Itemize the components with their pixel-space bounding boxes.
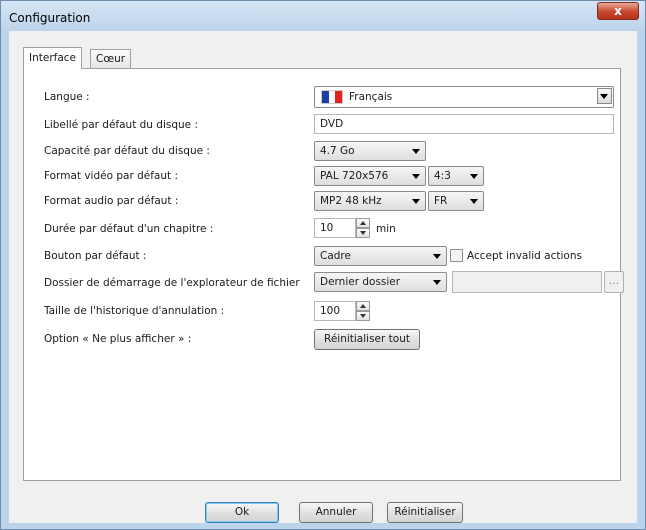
aspect-ratio-value: 4:3 (434, 170, 451, 182)
configuration-window: Configuration x Interface Cœur Langue : … (0, 0, 646, 530)
chevron-down-icon (412, 149, 420, 154)
audio-format-label: Format audio par défaut : (44, 195, 179, 207)
language-dropdown-button[interactable] (597, 88, 612, 104)
tab-interface-label: Interface (29, 52, 77, 64)
accept-invalid-actions-label: Accept invalid actions (467, 250, 582, 262)
audio-format-select[interactable]: MP2 48 kHz (314, 191, 426, 211)
spin-up-icon[interactable] (356, 218, 370, 228)
tab-coeur-label: Cœur (96, 53, 126, 65)
chevron-down-icon (470, 174, 478, 179)
browse-folder-button[interactable]: ... (604, 271, 624, 293)
ok-button[interactable]: Ok (205, 502, 279, 523)
chevron-down-icon (470, 199, 478, 204)
language-value: Français (349, 91, 393, 103)
chevron-down-icon (412, 199, 420, 204)
start-folder-value: Dernier dossier (320, 276, 401, 288)
default-button-select[interactable]: Cadre (314, 246, 447, 266)
title-bar[interactable]: Configuration x (1, 1, 645, 31)
start-folder-label: Dossier de démarrage de l'explorateur de… (44, 277, 300, 289)
chevron-down-icon (433, 280, 441, 285)
chapter-duration-label: Durée par défaut d'un chapitre : (44, 223, 214, 235)
undo-history-input[interactable]: 100 (314, 301, 356, 321)
window-title: Configuration (9, 11, 91, 25)
start-folder-path (452, 271, 602, 293)
tab-interface[interactable]: Interface (23, 47, 83, 69)
language-label: Langue : (44, 91, 90, 103)
france-flag-icon (321, 90, 343, 104)
undo-history-spinner[interactable] (356, 301, 370, 321)
audio-language-value: FR (434, 195, 448, 207)
chevron-down-icon (412, 174, 420, 179)
audio-language-select[interactable]: FR (428, 191, 484, 211)
aspect-ratio-select[interactable]: 4:3 (428, 166, 484, 186)
spin-down-icon[interactable] (356, 311, 370, 321)
start-folder-select[interactable]: Dernier dossier (314, 272, 447, 292)
close-icon: x (614, 4, 622, 18)
chapter-duration-input[interactable]: 10 (314, 218, 356, 238)
interface-panel: Langue : Français Libellé par défaut du … (23, 68, 624, 481)
chevron-down-icon (600, 94, 608, 99)
spin-up-icon[interactable] (356, 301, 370, 311)
disc-label-input[interactable]: DVD (314, 114, 614, 134)
accept-invalid-actions-checkbox[interactable] (450, 249, 463, 262)
undo-history-label: Taille de l'historique d'annulation : (44, 305, 225, 317)
chapter-duration-unit: min (376, 223, 396, 235)
reset-button[interactable]: Réinitialiser (387, 502, 463, 523)
disc-label-label: Libellé par défaut du disque : (44, 119, 199, 131)
cancel-button[interactable]: Annuler (299, 502, 373, 523)
audio-format-value: MP2 48 kHz (320, 195, 382, 207)
dialog-client: Interface Cœur Langue : Français Libellé… (9, 31, 637, 523)
dont-show-label: Option « Ne plus afficher » : (44, 333, 192, 345)
default-button-label: Bouton par défaut : (44, 250, 147, 262)
close-button[interactable]: x (597, 2, 639, 20)
default-button-value: Cadre (320, 250, 351, 262)
tab-coeur[interactable]: Cœur (90, 49, 132, 69)
spin-down-icon[interactable] (356, 228, 370, 238)
video-format-value: PAL 720x576 (320, 170, 389, 182)
chevron-down-icon (433, 254, 441, 259)
disc-capacity-label: Capacité par défaut du disque : (44, 145, 210, 157)
video-format-select[interactable]: PAL 720x576 (314, 166, 426, 186)
video-format-label: Format vidéo par défaut : (44, 170, 179, 182)
disc-capacity-select[interactable]: 4.7 Go (314, 141, 426, 161)
chapter-duration-spinner[interactable] (356, 218, 370, 238)
reset-all-button[interactable]: Réinitialiser tout (314, 329, 420, 350)
language-select[interactable]: Français (314, 86, 614, 108)
disc-capacity-value: 4.7 Go (320, 145, 355, 157)
